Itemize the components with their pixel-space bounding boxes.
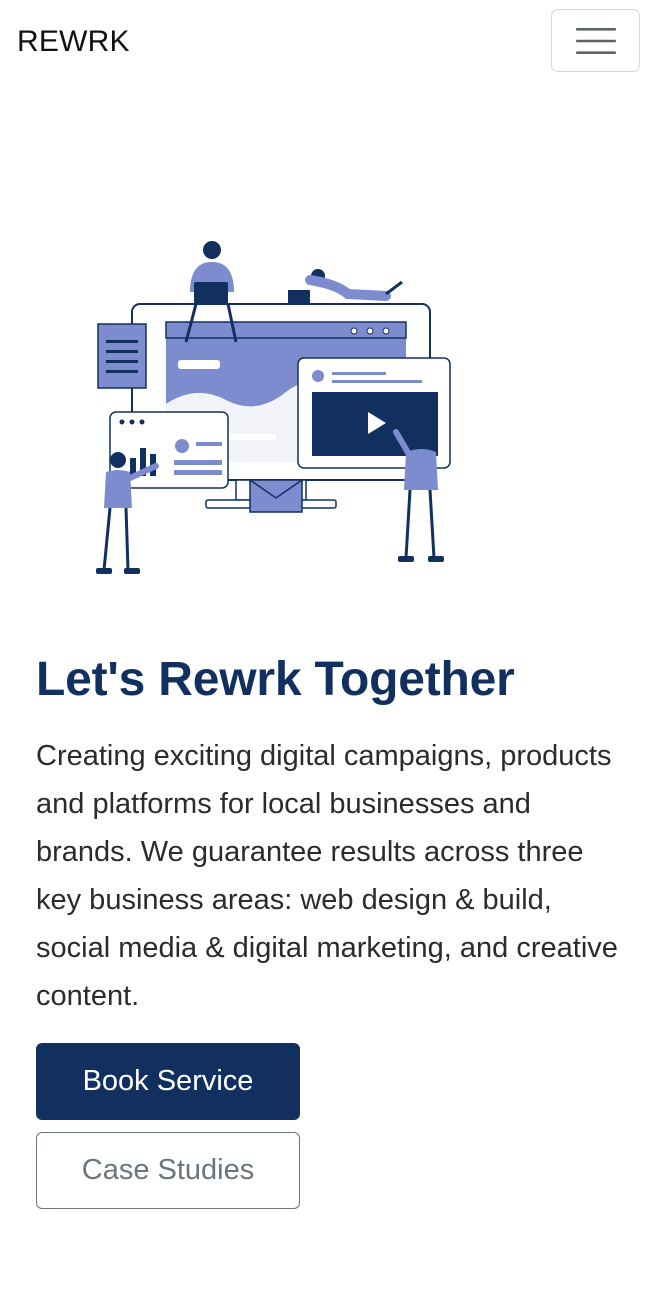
menu-toggle-button[interactable] (551, 9, 640, 72)
hamburger-menu-icon (576, 28, 616, 54)
digital-team-illustration (96, 241, 451, 574)
book-service-button[interactable]: Book Service (36, 1043, 300, 1120)
brand-logo[interactable]: REWRK (17, 24, 130, 60)
hero-title: Let's Rewrk Together (36, 653, 515, 706)
case-studies-button[interactable]: Case Studies (36, 1132, 300, 1209)
navbar: REWRK (0, 0, 666, 84)
hero-description: Creating exciting digital campaigns, pro… (36, 740, 618, 1012)
